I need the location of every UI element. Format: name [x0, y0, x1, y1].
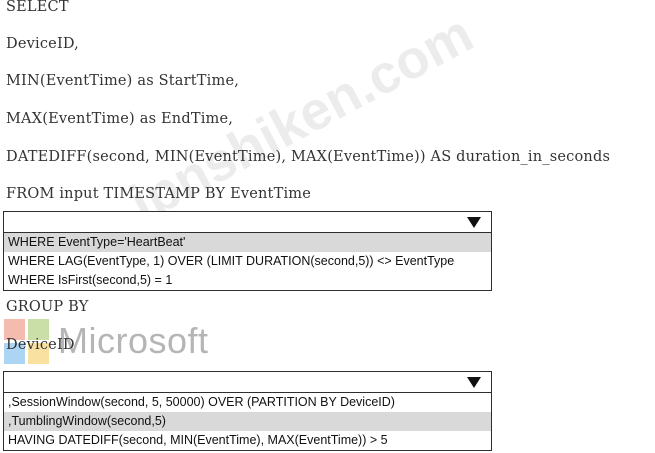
window-clause-dropdown[interactable]: ,SessionWindow(second, 5, 50000) OVER (P… [3, 371, 492, 451]
dropdown-toggle-button[interactable] [457, 212, 491, 232]
dropdown-option[interactable]: HAVING DATEDIFF(second, MIN(EventTime), … [4, 431, 491, 450]
microsoft-logo-text: Microsoft [58, 320, 209, 361]
dropdown-option[interactable]: ,SessionWindow(second, 5, 50000) OVER (P… [4, 393, 491, 412]
dropdown-header[interactable] [4, 372, 491, 393]
code-line-deviceid: DeviceID, [6, 36, 79, 52]
dropdown-option[interactable]: WHERE LAG(EventType, 1) OVER (LIMIT DURA… [4, 252, 491, 271]
group-by-keyword: GROUP BY [6, 299, 89, 315]
dropdown-option[interactable]: WHERE EventType='HeartBeat' [4, 233, 491, 252]
code-line-endtime: MAX(EventTime) as EndTime, [6, 111, 234, 127]
code-line-group-deviceid: DeviceID [6, 337, 75, 353]
code-line-from: FROM input TIMESTAMP BY EventTime [6, 186, 312, 202]
dropdown-option[interactable]: ,TumblingWindow(second,5) [4, 412, 491, 431]
caret-down-icon [467, 216, 481, 228]
code-line-starttime: MIN(EventTime) as StartTime, [6, 73, 240, 89]
where-clause-dropdown[interactable]: WHERE EventType='HeartBeat' WHERE LAG(Ev… [3, 211, 492, 291]
code-line-datediff: DATEDIFF(second, MIN(EventTime), MAX(Eve… [6, 149, 611, 165]
dropdown-toggle-button[interactable] [457, 372, 491, 392]
select-keyword: SELECT [6, 0, 69, 15]
caret-down-icon [467, 376, 481, 388]
dropdown-header[interactable] [4, 212, 491, 233]
dropdown-option[interactable]: WHERE IsFirst(second,5) = 1 [4, 271, 491, 290]
